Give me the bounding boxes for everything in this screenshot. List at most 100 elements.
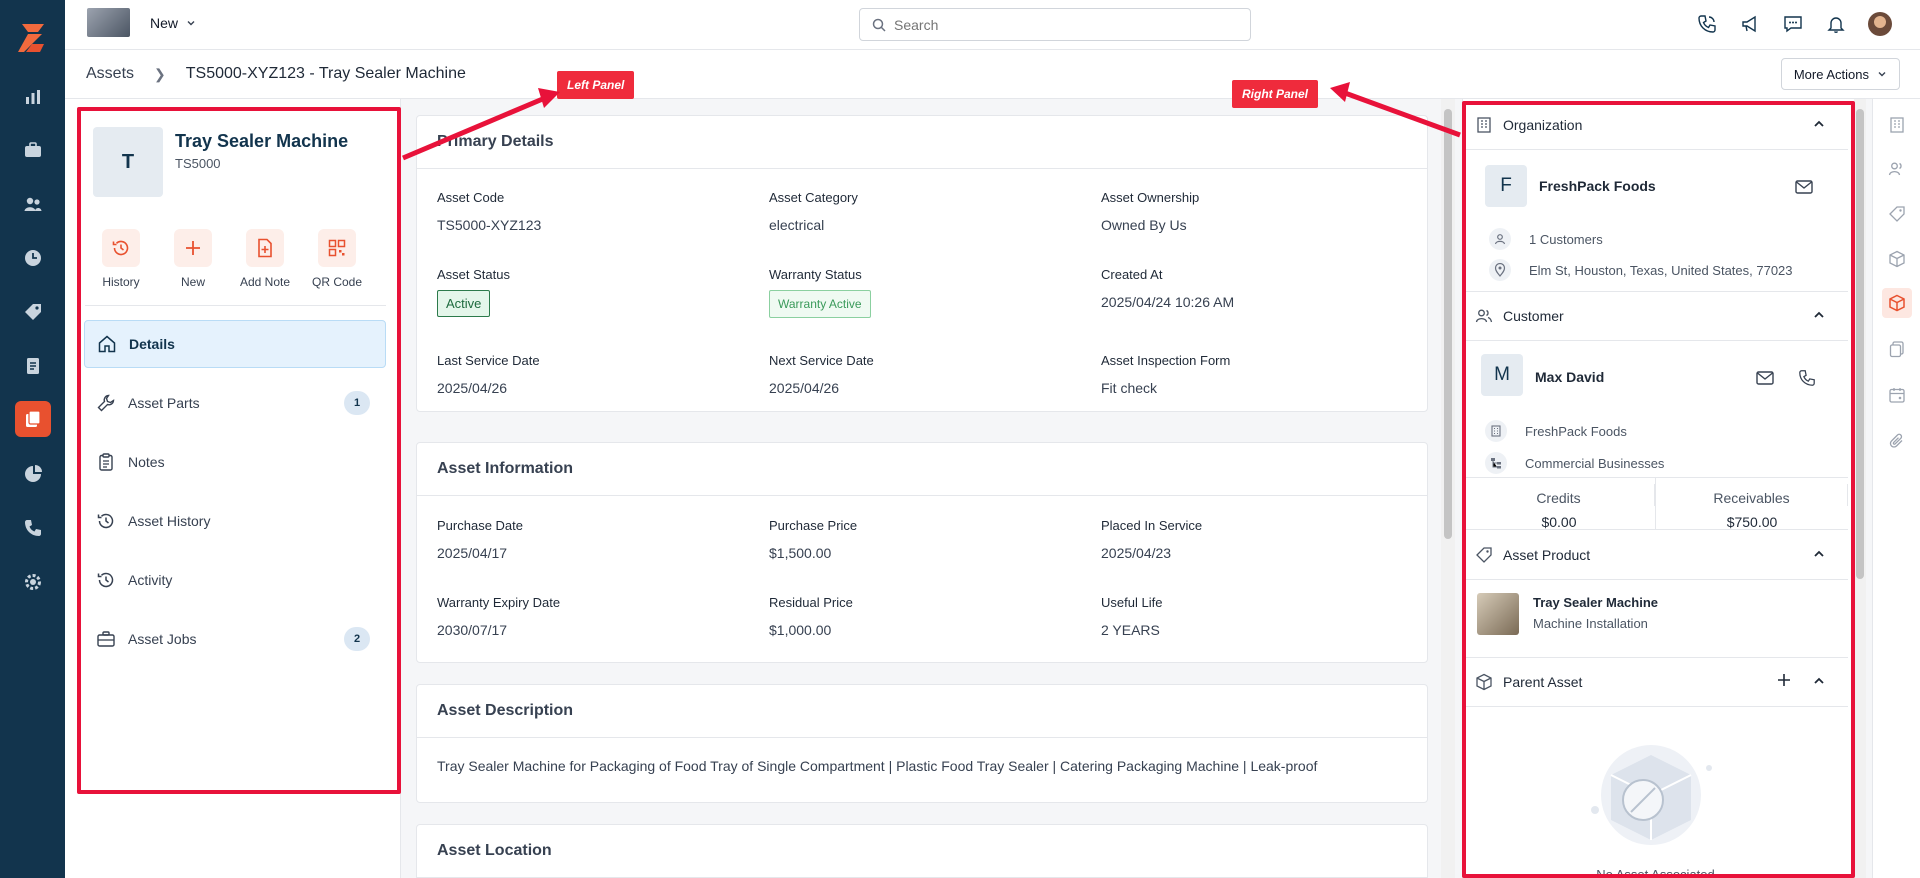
breadcrumb-current: TS5000-XYZ123 - Tray Sealer Machine <box>185 65 466 82</box>
field-value: Fit check <box>1101 380 1158 396</box>
top-bar: New <box>65 0 1920 50</box>
warranty-expiry-field: Warranty Expiry Date 2030/07/17 <box>437 595 560 638</box>
asset-information-card: Asset Information Purchase Date 2025/04/… <box>416 442 1428 663</box>
warranty-status-field: Warranty Status Warranty Active <box>769 267 871 318</box>
nav-settings-icon[interactable] <box>15 564 51 600</box>
field-value: 2025/04/23 <box>1101 545 1172 561</box>
megaphone-icon[interactable] <box>1739 13 1761 35</box>
left-panel-annotation-label: Left Panel <box>557 71 635 99</box>
field-value: Owned By Us <box>1101 217 1187 233</box>
right-panel-highlight <box>1462 101 1855 878</box>
nav-reports-icon[interactable] <box>15 456 51 492</box>
field-value: 2025/04/24 10:26 AM <box>1101 294 1235 310</box>
warranty-status-badge: Warranty Active <box>769 290 871 318</box>
company-logo-thumbnail[interactable] <box>87 8 130 37</box>
field-value: 2025/04/26 <box>769 380 840 396</box>
copy-icon[interactable] <box>1885 337 1909 361</box>
asset-cube-icon[interactable] <box>1882 288 1912 318</box>
search-icon <box>872 18 886 32</box>
field-value: 2025/04/26 <box>437 380 508 396</box>
created-at-field: Created At 2025/04/24 10:26 AM <box>1101 267 1234 310</box>
phone-call-icon[interactable] <box>1696 13 1718 35</box>
users-icon[interactable] <box>1885 157 1909 181</box>
last-service-field: Last Service Date 2025/04/26 <box>437 353 540 396</box>
calendar-icon[interactable] <box>1885 383 1909 407</box>
field-value: TS5000-XYZ123 <box>437 217 542 233</box>
nav-invoices-icon[interactable] <box>15 348 51 384</box>
tag-icon[interactable] <box>1885 202 1909 226</box>
more-actions-button[interactable]: More Actions <box>1780 58 1900 90</box>
card-title: Asset Location <box>417 825 1427 878</box>
field-label: Last Service Date <box>437 353 540 368</box>
side-tool-strip <box>1872 99 1920 878</box>
asset-description-card: Asset Description Tray Sealer Machine fo… <box>416 684 1428 803</box>
bell-icon[interactable] <box>1825 13 1847 35</box>
useful-life-field: Useful Life 2 YEARS <box>1101 595 1162 638</box>
field-value: $1,000.00 <box>769 622 832 638</box>
nav-dashboard-icon[interactable] <box>15 79 51 115</box>
top-icons <box>1696 12 1892 36</box>
nav-assets-icon[interactable] <box>15 401 51 437</box>
field-label: Asset Code <box>437 190 505 205</box>
building-icon[interactable] <box>1885 113 1909 137</box>
field-label: Purchase Date <box>437 518 523 533</box>
field-value: $1,500.00 <box>769 545 832 561</box>
field-label: Warranty Expiry Date <box>437 595 561 610</box>
asset-location-card: Asset Location <box>416 824 1428 878</box>
asset-ownership-field: Asset Ownership Owned By Us <box>1101 190 1199 233</box>
asset-code-field: Asset Code TS5000-XYZ123 <box>437 190 541 233</box>
chevron-down-icon <box>187 21 195 26</box>
main-content: Primary Details Asset Code TS5000-XYZ123… <box>401 99 1441 878</box>
asset-status-badge: Active <box>437 290 491 317</box>
new-dropdown[interactable]: New <box>150 15 196 31</box>
cube-icon[interactable] <box>1885 247 1909 271</box>
left-panel-highlight <box>77 107 401 794</box>
breadcrumb-assets-link[interactable]: Assets <box>86 65 134 83</box>
field-label: Asset Ownership <box>1101 190 1200 205</box>
new-dropdown-label: New <box>150 15 179 31</box>
inspection-form-field: Asset Inspection Form Fit check <box>1101 353 1230 396</box>
field-label: Asset Inspection Form <box>1101 353 1231 368</box>
nav-pricebook-icon[interactable] <box>15 294 51 330</box>
search-input[interactable] <box>894 16 1224 33</box>
next-service-field: Next Service Date 2025/04/26 <box>769 353 874 396</box>
app-logo[interactable] <box>14 20 50 56</box>
nav-schedule-icon[interactable] <box>15 240 51 276</box>
field-label: Placed In Service <box>1101 518 1203 533</box>
field-label: Next Service Date <box>769 353 874 368</box>
more-actions-label: More Actions <box>1793 66 1869 82</box>
right-panel-scrollbar[interactable] <box>1854 99 1866 878</box>
purchase-date-field: Purchase Date 2025/04/17 <box>437 518 523 561</box>
field-label: Asset Status <box>437 267 510 282</box>
main-scrollbar[interactable] <box>1441 99 1455 878</box>
nav-jobs-icon[interactable] <box>15 132 51 168</box>
nav-phone-icon[interactable] <box>15 510 51 546</box>
field-label: Purchase Price <box>769 518 858 533</box>
asset-status-field: Asset Status Active <box>437 267 510 317</box>
search-box[interactable] <box>859 8 1251 41</box>
card-title: Asset Information <box>417 443 1427 496</box>
field-label: Warranty Status <box>769 267 862 282</box>
field-label: Asset Category <box>769 190 858 205</box>
asset-description-text: Tray Sealer Machine for Packaging of Foo… <box>437 758 1318 774</box>
residual-price-field: Residual Price $1,000.00 <box>769 595 853 638</box>
field-label: Useful Life <box>1101 595 1163 610</box>
primary-details-card: Primary Details Asset Code TS5000-XYZ123… <box>416 115 1428 412</box>
chevron-down-icon <box>1878 72 1886 77</box>
breadcrumb-bar: Assets ❯ TS5000-XYZ123 - Tray Sealer Mac… <box>65 50 1920 99</box>
chat-icon[interactable] <box>1782 13 1804 35</box>
right-panel-annotation-label: Right Panel <box>1232 80 1319 108</box>
field-label: Residual Price <box>769 595 853 610</box>
chevron-right-icon: ❯ <box>154 65 166 82</box>
purchase-price-field: Purchase Price $1,500.00 <box>769 518 857 561</box>
attachment-icon[interactable] <box>1885 429 1909 453</box>
asset-category-field: Asset Category electrical <box>769 190 858 233</box>
field-value: 2025/04/17 <box>437 545 508 561</box>
field-label: Created At <box>1101 267 1163 282</box>
card-title: Primary Details <box>417 116 1427 169</box>
field-value: electrical <box>769 217 825 233</box>
breadcrumb: Assets ❯ TS5000-XYZ123 - Tray Sealer Mac… <box>86 65 466 83</box>
nav-customers-icon[interactable] <box>15 186 51 222</box>
user-avatar[interactable] <box>1868 12 1892 36</box>
app-nav-rail <box>0 0 65 878</box>
